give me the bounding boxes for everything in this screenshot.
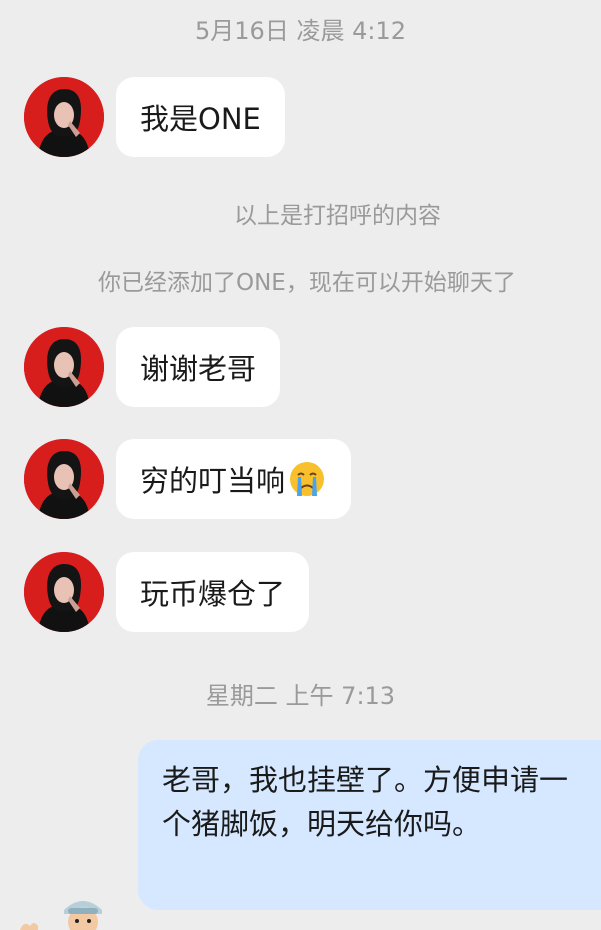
message-text: 谢谢老哥	[140, 352, 257, 386]
message-text: 我是ONE	[140, 102, 261, 136]
crying-face-icon	[290, 462, 325, 496]
message-text: 穷的叮当响	[140, 464, 286, 498]
avatar-portrait-icon	[24, 327, 104, 407]
message-bubble-incoming[interactable]: 谢谢老哥	[116, 327, 281, 407]
cartoon-avatar-icon	[64, 901, 102, 930]
avatar-portrait-icon	[24, 552, 104, 632]
timestamp: 5月16日 凌晨 4:12	[195, 17, 406, 45]
waving-hand-icon	[16, 916, 44, 930]
contact-avatar[interactable]	[24, 77, 104, 157]
message-bubble-incoming[interactable]: 玩币爆仓了	[116, 552, 310, 632]
system-note: 你已经添加了ONE，现在可以开始聊天了	[98, 270, 516, 296]
message-text: 玩币爆仓了	[140, 577, 286, 611]
contact-avatar[interactable]	[24, 327, 104, 407]
contact-avatar[interactable]	[24, 552, 104, 632]
message-text: 老哥，我也挂壁了。方便申请一个猪脚饭，明天给你吗。	[162, 763, 569, 841]
system-note: 以上是打招呼的内容	[234, 203, 441, 229]
avatar-portrait-icon	[24, 77, 104, 157]
user-avatar[interactable]	[58, 892, 108, 930]
message-bubble-incoming[interactable]: 穷的叮当响	[116, 439, 352, 519]
message-bubble-incoming[interactable]: 我是ONE	[116, 77, 285, 157]
avatar-portrait-icon	[24, 439, 104, 519]
timestamp: 星期二 上午 7:13	[205, 682, 396, 710]
message-bubble-outgoing[interactable]: 老哥，我也挂壁了。方便申请一个猪脚饭，明天给你吗。	[138, 740, 601, 910]
contact-avatar[interactable]	[24, 439, 104, 519]
